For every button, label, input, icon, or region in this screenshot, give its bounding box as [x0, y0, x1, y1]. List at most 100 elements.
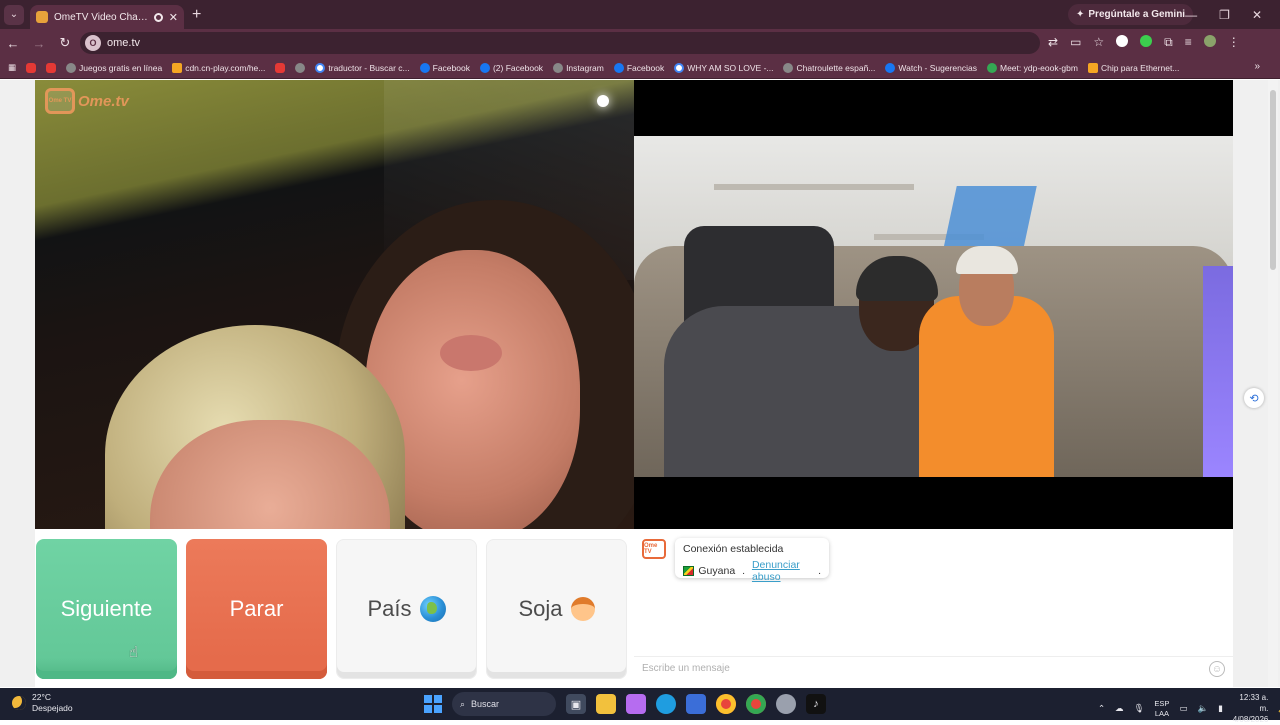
tab-search-chevron-icon[interactable]: ⌄ — [4, 4, 24, 25]
bookmark-item[interactable]: Chip para Ethernet... — [1087, 62, 1179, 73]
bookmark-item[interactable]: Chatroulette españ... — [783, 62, 875, 73]
copilot-icon[interactable] — [626, 694, 646, 714]
clock[interactable]: 12:33 a. m. 4/08/2026 — [1233, 692, 1269, 725]
extension-icon[interactable] — [1116, 35, 1129, 47]
cast-icon[interactable]: ▭ — [1070, 35, 1081, 50]
forward-button[interactable]: → — [26, 36, 52, 51]
tab-close-icon[interactable]: ✕ — [169, 11, 178, 24]
windows-start-icon[interactable] — [424, 695, 442, 713]
message-input[interactable] — [642, 663, 1182, 674]
tray-chevron-icon[interactable]: ⌃ — [1098, 703, 1105, 714]
bookmark-list: Juegos gratis en línea cdn.cn-play.com/he… — [26, 62, 1179, 73]
page-scrollbar[interactable] — [1268, 80, 1278, 687]
extensions-puzzle-icon[interactable]: ⧉ — [1164, 35, 1173, 50]
bookmarks-bar: ▦ Juegos gratis en línea cdn.cn-play.com/… — [0, 57, 1280, 79]
address-bar[interactable]: O ome.tv — [80, 32, 1040, 54]
cloud-icon[interactable]: ☁ — [1115, 703, 1124, 714]
bookmark-yt-icon — [26, 62, 37, 73]
bookmarks-overflow-icon[interactable]: » — [1254, 61, 1260, 72]
network-icon[interactable]: ▭ — [1179, 703, 1187, 714]
bookmark-fb-icon — [613, 62, 624, 73]
boy-emoji-icon — [570, 597, 595, 621]
chat-ometv-logo-icon: Ome TV — [642, 539, 666, 559]
window-controls: — ❐ ✕ — [1185, 0, 1280, 29]
bookmark-label: Watch - Sugerencias — [898, 62, 977, 73]
edge-icon[interactable] — [656, 694, 676, 714]
apps-grid-icon[interactable]: ▦ — [8, 62, 16, 73]
stop-button[interactable]: Parar — [186, 539, 327, 679]
file-explorer-icon[interactable] — [596, 694, 616, 714]
task-view-icon[interactable]: ▣ — [566, 694, 586, 714]
new-tab-button[interactable]: + — [192, 6, 201, 23]
bookmark-item[interactable]: Watch - Sugerencias — [885, 62, 977, 73]
report-abuse-link[interactable]: Denunciar abuso — [752, 559, 814, 583]
bookmark-item[interactable]: WHY AM SO LOVE -... — [674, 62, 773, 73]
bookmark-item[interactable]: Juegos gratis en línea — [66, 62, 162, 73]
bookmark-item[interactable]: (2) Facebook — [479, 62, 544, 73]
bookmark-item[interactable] — [46, 62, 57, 73]
store-icon[interactable] — [686, 694, 706, 714]
report-period: . — [818, 565, 821, 577]
translate-icon[interactable]: ⇄ — [1048, 35, 1058, 50]
scrollbar-thumb[interactable] — [1270, 90, 1276, 270]
bookmark-star-icon[interactable]: ☆ — [1093, 35, 1104, 50]
language-indicator[interactable]: ESP LAA — [1154, 699, 1169, 719]
weather-widget[interactable]: 22°C Despejado — [12, 692, 73, 714]
gender-button[interactable]: Soja — [486, 539, 627, 679]
bookmark-fb-icon — [885, 62, 896, 73]
clock-time: 12:33 a. m. — [1239, 693, 1269, 713]
bookmark-label: Facebook — [626, 62, 665, 73]
volume-icon[interactable]: 🔈 — [1197, 703, 1208, 714]
next-button[interactable]: Siguiente — [36, 539, 177, 679]
tiktok-icon[interactable]: ♪ — [806, 694, 826, 714]
bookmark-yt-icon — [275, 62, 286, 73]
bookmark-item[interactable]: Facebook — [419, 62, 470, 73]
bookmark-label: Facebook — [432, 62, 470, 73]
profile-avatar[interactable] — [1203, 35, 1216, 47]
gemini-button[interactable]: ✦ Pregúntale a Gemini — [1068, 4, 1194, 25]
maximize-button[interactable]: ❐ — [1219, 8, 1230, 22]
translate-widget-icon[interactable]: ⟲ — [1244, 388, 1264, 408]
system-message-bubble: Conexión establecida Guyana . Denunciar … — [675, 538, 829, 583]
site-info-icon[interactable]: O — [85, 35, 101, 51]
bookmark-item[interactable]: traductor - Buscar c... — [315, 62, 410, 73]
moon-icon — [12, 696, 26, 710]
reading-list-icon[interactable]: ≡ — [1185, 35, 1192, 50]
video-person-lips — [440, 335, 502, 371]
bookmark-item[interactable]: Meet: ydp-eook-gbm — [987, 62, 1078, 73]
browser-toolbar: ← → ↻ O ome.tv ⇄ ▭ ☆ ⧉ ≡ ⋮ — [0, 29, 1280, 57]
emoji-picker-icon[interactable]: ☺ — [1209, 661, 1225, 677]
bookmark-item[interactable]: Instagram — [553, 62, 604, 73]
taskbar-search[interactable]: ⌕ Buscar — [452, 692, 556, 716]
bookmark-item[interactable]: cdn.cn-play.com/he... — [172, 62, 265, 73]
bookmark-gl-icon — [295, 62, 306, 73]
toolbar-actions: ⇄ ▭ ☆ ⧉ ≡ ⋮ — [1048, 35, 1240, 50]
app-icon[interactable] — [776, 694, 796, 714]
reload-button[interactable]: ↻ — [52, 35, 78, 51]
tab-ometv[interactable]: OmeTV Video Chat — Alte ✕ — [30, 5, 184, 29]
taskbar-search-label: Buscar — [471, 699, 500, 709]
mic-icon[interactable]: 🎙 — [1134, 703, 1145, 714]
bookmark-item[interactable]: Facebook — [613, 62, 665, 73]
browser-menu-icon[interactable]: ⋮ — [1228, 35, 1240, 50]
back-button[interactable]: ← — [0, 36, 26, 51]
ometv-favicon-icon — [36, 11, 48, 23]
bookmark-item[interactable] — [295, 62, 306, 73]
bookmark-meet-icon — [987, 62, 997, 73]
battery-icon[interactable]: ▮ — [1218, 703, 1223, 714]
chrome-profile-icon[interactable] — [746, 694, 766, 714]
close-window-button[interactable]: ✕ — [1252, 8, 1262, 22]
taskbar-apps: ⌕ Buscar ▣ ♪ — [424, 692, 826, 716]
bookmark-g-icon — [315, 62, 326, 73]
extension-green-icon[interactable] — [1140, 35, 1153, 47]
chrome-icon[interactable] — [716, 694, 736, 714]
bookmark-or-icon — [1087, 62, 1098, 73]
bookmark-item[interactable] — [26, 62, 37, 73]
lang-code: ESP — [1154, 698, 1170, 708]
ometv-watermark: Ome TV Ome.tv — [45, 88, 129, 114]
bookmark-gl-icon — [783, 62, 794, 73]
minimize-button[interactable]: — — [1185, 8, 1197, 22]
bookmark-label: (2) Facebook — [492, 62, 544, 73]
bookmark-item[interactable] — [275, 62, 286, 73]
country-button[interactable]: País — [336, 539, 477, 679]
